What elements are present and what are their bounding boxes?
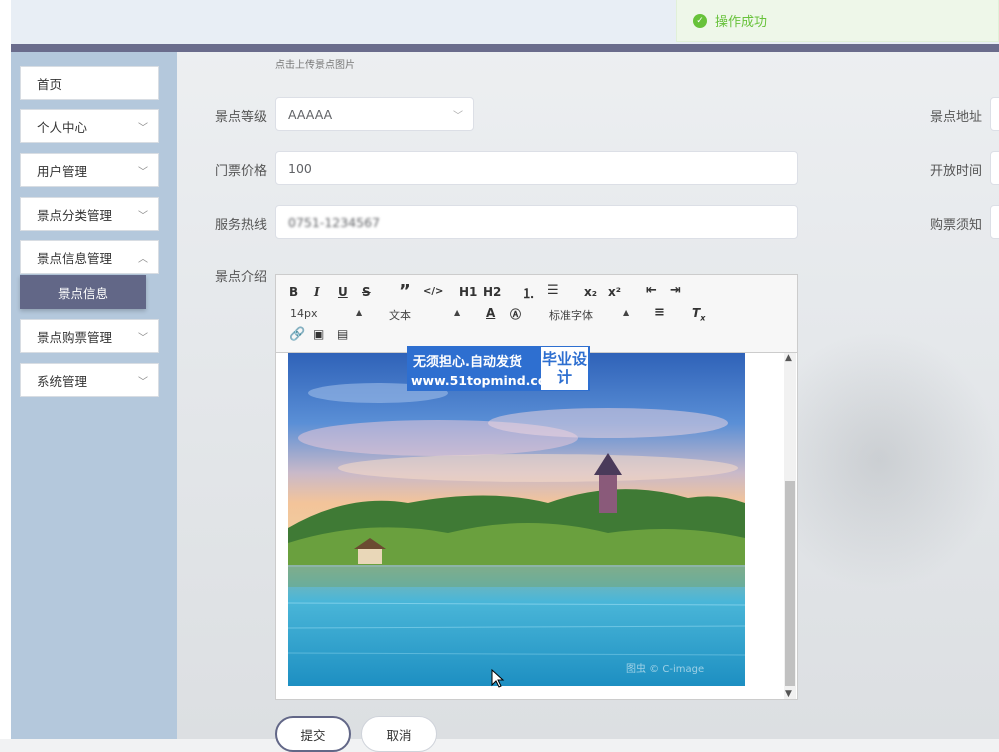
hotline-value: 0751-1234567 <box>288 214 380 230</box>
watermark-box: 毕业设计 <box>541 347 588 390</box>
sidebar-item-label: 个人中心 <box>37 119 88 135</box>
level-label: 景点等级 <box>215 110 268 125</box>
chevron-down-icon: ﹀ <box>138 211 148 222</box>
text-color-icon[interactable]: A <box>486 306 495 320</box>
heading1-button[interactable]: H1 <box>459 285 477 299</box>
sidebar-item-label: 首页 <box>37 76 63 92</box>
price-value: 100 <box>288 160 312 176</box>
sidebar-subitem-attraction-info[interactable]: 景点信息 <box>20 275 146 309</box>
image-caption: 图虫 © C-image <box>626 664 705 675</box>
sidebar-item-system-management[interactable]: 系统管理 ﹀ <box>20 363 159 397</box>
price-label: 门票价格 <box>215 164 268 179</box>
scrollbar-thumb[interactable] <box>785 481 795 686</box>
scroll-down-icon[interactable]: ▼ <box>785 689 792 699</box>
chevron-down-icon: ﹀ <box>453 111 463 122</box>
address-label: 景点地址 <box>930 110 983 125</box>
toast-message: 操作成功 <box>715 15 768 30</box>
chevron-down-icon: ﹀ <box>138 333 148 344</box>
font-size-select[interactable]: 14px <box>290 307 318 320</box>
italic-button[interactable]: I <box>314 285 320 299</box>
watermark-line2: www.51topmind.com <box>411 373 560 388</box>
font-family-select[interactable]: 标准字体 <box>549 307 593 323</box>
ordered-list-icon[interactable]: ⒈ <box>522 283 535 302</box>
mouse-cursor-icon <box>491 669 505 688</box>
superscript-button[interactable]: x² <box>608 285 621 299</box>
opening-label: 开放时间 <box>930 164 983 179</box>
chevron-updown-icon: ▲ <box>356 308 363 317</box>
hotline-label: 服务热线 <box>215 218 268 233</box>
editor-scrollbar[interactable]: ▲ ▼ <box>784 353 796 699</box>
chevron-up-icon: ︿ <box>138 254 148 265</box>
intro-label: 景点介绍 <box>215 270 268 285</box>
level-select[interactable]: AAAAA ﹀ <box>275 97 474 131</box>
hotline-input[interactable]: 0751-1234567 <box>275 205 798 239</box>
link-icon[interactable]: 🔗 <box>289 327 305 342</box>
watermark-line1: 无须担心.自动发货 <box>413 355 522 370</box>
outdent-icon[interactable]: ⇤ <box>646 283 657 298</box>
address-input[interactable] <box>990 97 999 131</box>
bold-button[interactable]: B <box>289 285 298 299</box>
upload-hint[interactable]: 点击上传景点图片 <box>275 56 355 71</box>
sidebar-subitem-label: 景点信息 <box>57 285 108 301</box>
notice-label: 购票须知 <box>930 218 983 233</box>
chevron-down-icon: ﹀ <box>138 123 148 134</box>
sidebar-item-label: 景点购票管理 <box>37 329 113 345</box>
success-toast: ✓ 操作成功 <box>676 0 999 42</box>
left-edge <box>0 0 11 739</box>
video-icon[interactable]: ▤ <box>337 327 348 341</box>
level-value: AAAAA <box>288 106 333 122</box>
underline-button[interactable]: U <box>338 285 348 299</box>
sidebar: 首页 个人中心 ﹀ 用户管理 ﹀ 景点分类管理 ﹀ 景点信息管理 ︿ 景点信息 … <box>11 52 177 739</box>
rich-text-editor: B I U S ” </> H1 H2 ⒈ ☰ x₂ x² ⇤ ⇥ 14px ▲… <box>275 274 798 700</box>
editor-toolbar: B I U S ” </> H1 H2 ⒈ ☰ x₂ x² ⇤ ⇥ 14px ▲… <box>276 275 797 353</box>
editor-image[interactable]: 图虫 © C-image <box>288 353 745 686</box>
scroll-up-icon[interactable]: ▲ <box>785 353 792 363</box>
notice-input[interactable] <box>990 205 999 239</box>
align-icon[interactable]: ≡ <box>654 305 665 320</box>
sidebar-item-ticket-management[interactable]: 景点购票管理 ﹀ <box>20 319 159 353</box>
clear-format-icon[interactable]: Tx <box>692 306 705 322</box>
sidebar-item-label: 用户管理 <box>37 163 88 179</box>
opening-input[interactable] <box>990 151 999 185</box>
chevron-down-icon: ﹀ <box>138 377 148 388</box>
text-style-select[interactable]: 文本 <box>389 307 411 323</box>
sidebar-item-home[interactable]: 首页 <box>20 66 159 100</box>
success-check-icon: ✓ <box>693 13 707 28</box>
background-color-icon[interactable]: Ⓐ <box>510 306 521 322</box>
chevron-down-icon: ﹀ <box>138 167 148 178</box>
chevron-updown-icon: ▲ <box>454 308 461 317</box>
sidebar-item-user-management[interactable]: 用户管理 ﹀ <box>20 153 159 187</box>
sidebar-item-personal-center[interactable]: 个人中心 ﹀ <box>20 109 159 143</box>
sidebar-item-category-management[interactable]: 景点分类管理 ﹀ <box>20 197 159 231</box>
indent-icon[interactable]: ⇥ <box>670 283 681 298</box>
sidebar-item-label: 景点分类管理 <box>37 207 113 223</box>
bullet-list-icon[interactable]: ☰ <box>547 283 559 298</box>
watermark-banner: 无须担心.自动发货 www.51topmind.com 毕业设计 <box>407 346 590 391</box>
sidebar-item-label: 系统管理 <box>37 373 88 389</box>
header-accent-line <box>11 44 999 52</box>
sidebar-item-attraction-management[interactable]: 景点信息管理 ︿ <box>20 240 159 274</box>
heading2-button[interactable]: H2 <box>483 285 501 299</box>
sidebar-item-label: 景点信息管理 <box>37 250 113 266</box>
image-icon[interactable]: ▣ <box>313 327 324 341</box>
strike-button[interactable]: S <box>362 285 371 299</box>
cancel-button[interactable]: 取消 <box>361 716 437 752</box>
quote-button[interactable]: ” <box>399 281 411 302</box>
chevron-updown-icon: ▲ <box>623 308 630 317</box>
code-button[interactable]: </> <box>423 286 443 297</box>
price-input[interactable]: 100 <box>275 151 798 185</box>
submit-button[interactable]: 提交 <box>275 716 351 752</box>
subscript-button[interactable]: x₂ <box>584 285 597 299</box>
